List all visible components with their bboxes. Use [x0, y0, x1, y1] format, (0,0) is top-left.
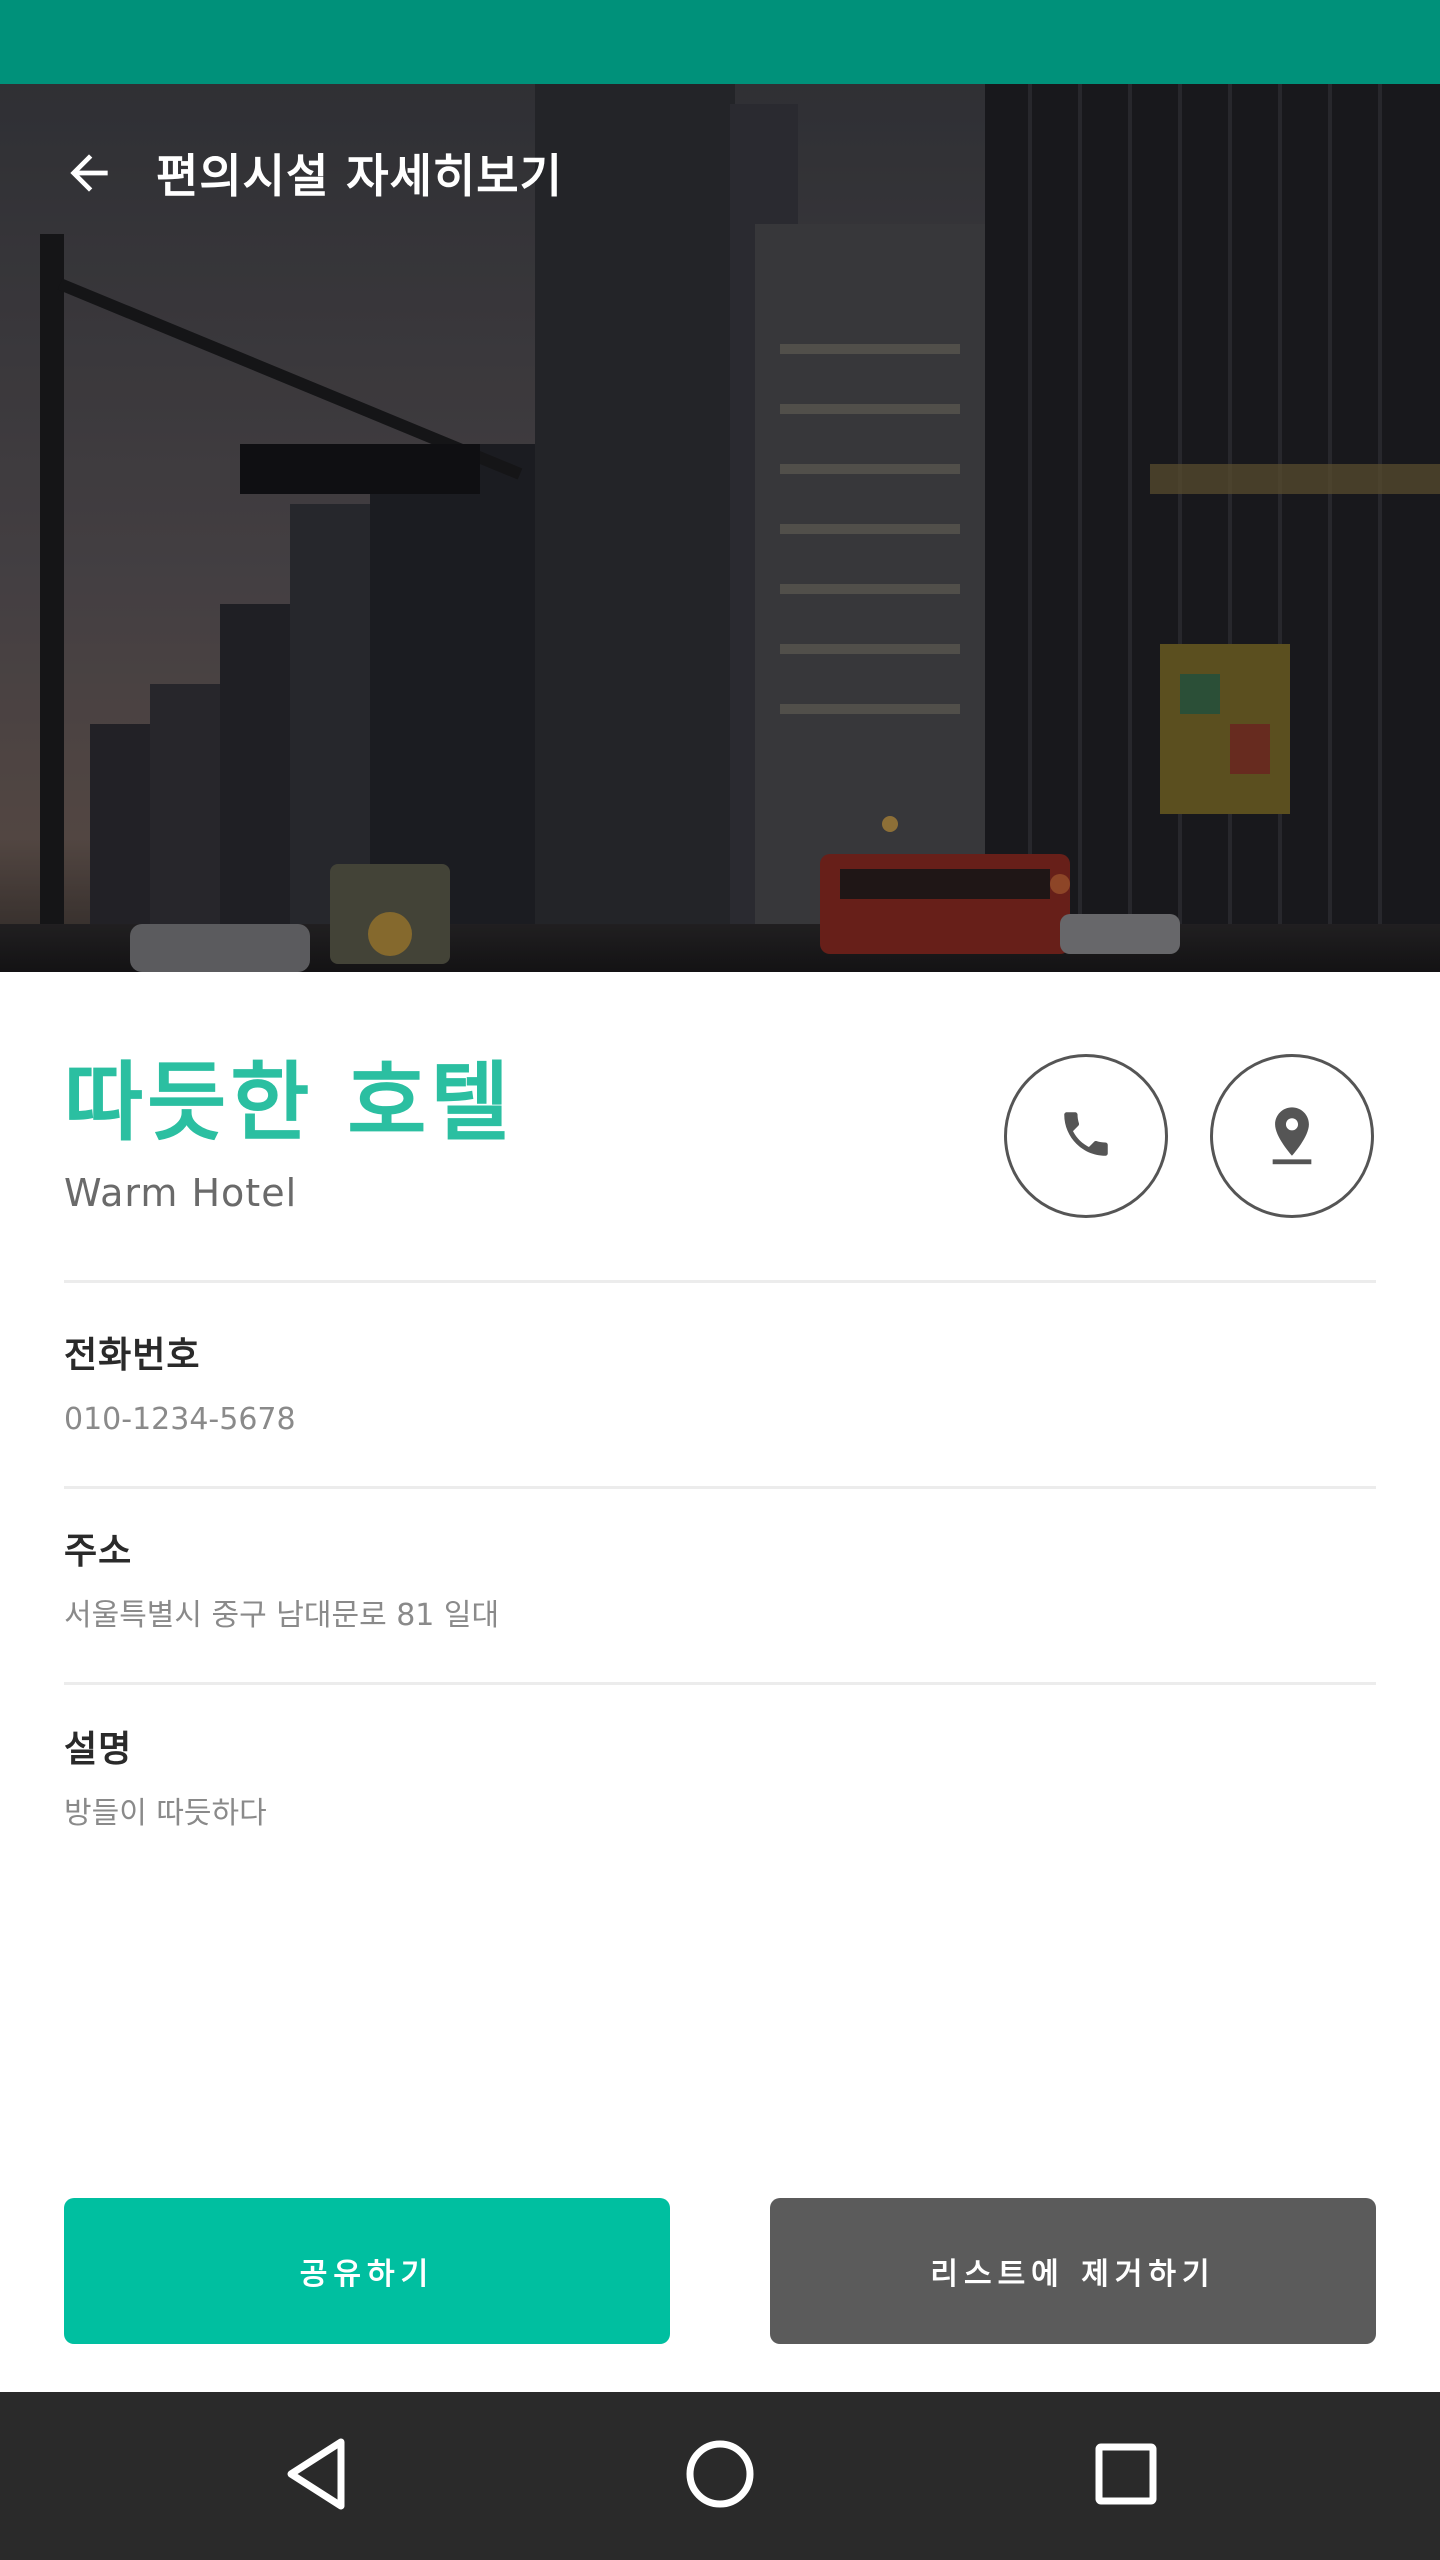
map-button[interactable] [1210, 1054, 1374, 1218]
page-title: 편의시설 자세히보기 [156, 149, 563, 203]
share-button[interactable]: 공유하기 [64, 2198, 670, 2344]
description-label: 설명 [64, 1729, 133, 1770]
divider [64, 1682, 1376, 1685]
facility-name-english: Warm Hotel [64, 1171, 298, 1215]
nav-home-button[interactable] [670, 2426, 770, 2526]
status-bar [0, 0, 1440, 84]
hero-image [0, 84, 1440, 972]
arrow-back-icon [61, 145, 117, 205]
divider [64, 1486, 1376, 1489]
description-field: 설명 방들이 따듯하다 [64, 1726, 267, 1834]
phone-value: 010-1234-5678 [64, 1402, 296, 1437]
location-pin-icon [1263, 1102, 1321, 1170]
phone-icon [1057, 1105, 1115, 1167]
address-label: 주소 [64, 1531, 133, 1572]
nav-recents-button[interactable] [1076, 2426, 1176, 2526]
facility-name-block: 따듯한 호텔 Warm Hotel [64, 1048, 514, 1218]
phone-label: 전화번호 [64, 1335, 201, 1376]
phone-field: 전화번호 010-1234-5678 [64, 1332, 296, 1440]
address-field: 주소 서울특별시 중구 남대문로 81 일대 [64, 1528, 499, 1636]
system-nav-bar [0, 2392, 1440, 2560]
call-button[interactable] [1004, 1054, 1168, 1218]
back-button[interactable] [56, 142, 122, 208]
circle-home-icon [685, 2439, 755, 2513]
square-recents-icon [1094, 2442, 1158, 2510]
remove-from-list-button[interactable]: 리스트에 제거하기 [770, 2198, 1376, 2344]
divider [64, 1280, 1376, 1283]
address-value: 서울특별시 중구 남대문로 81 일대 [64, 1598, 500, 1633]
description-value: 방들이 따듯하다 [64, 1796, 267, 1831]
nav-back-button[interactable] [266, 2426, 366, 2526]
facility-name: 따듯한 호텔 [64, 1053, 514, 1153]
triangle-back-icon [281, 2436, 351, 2516]
